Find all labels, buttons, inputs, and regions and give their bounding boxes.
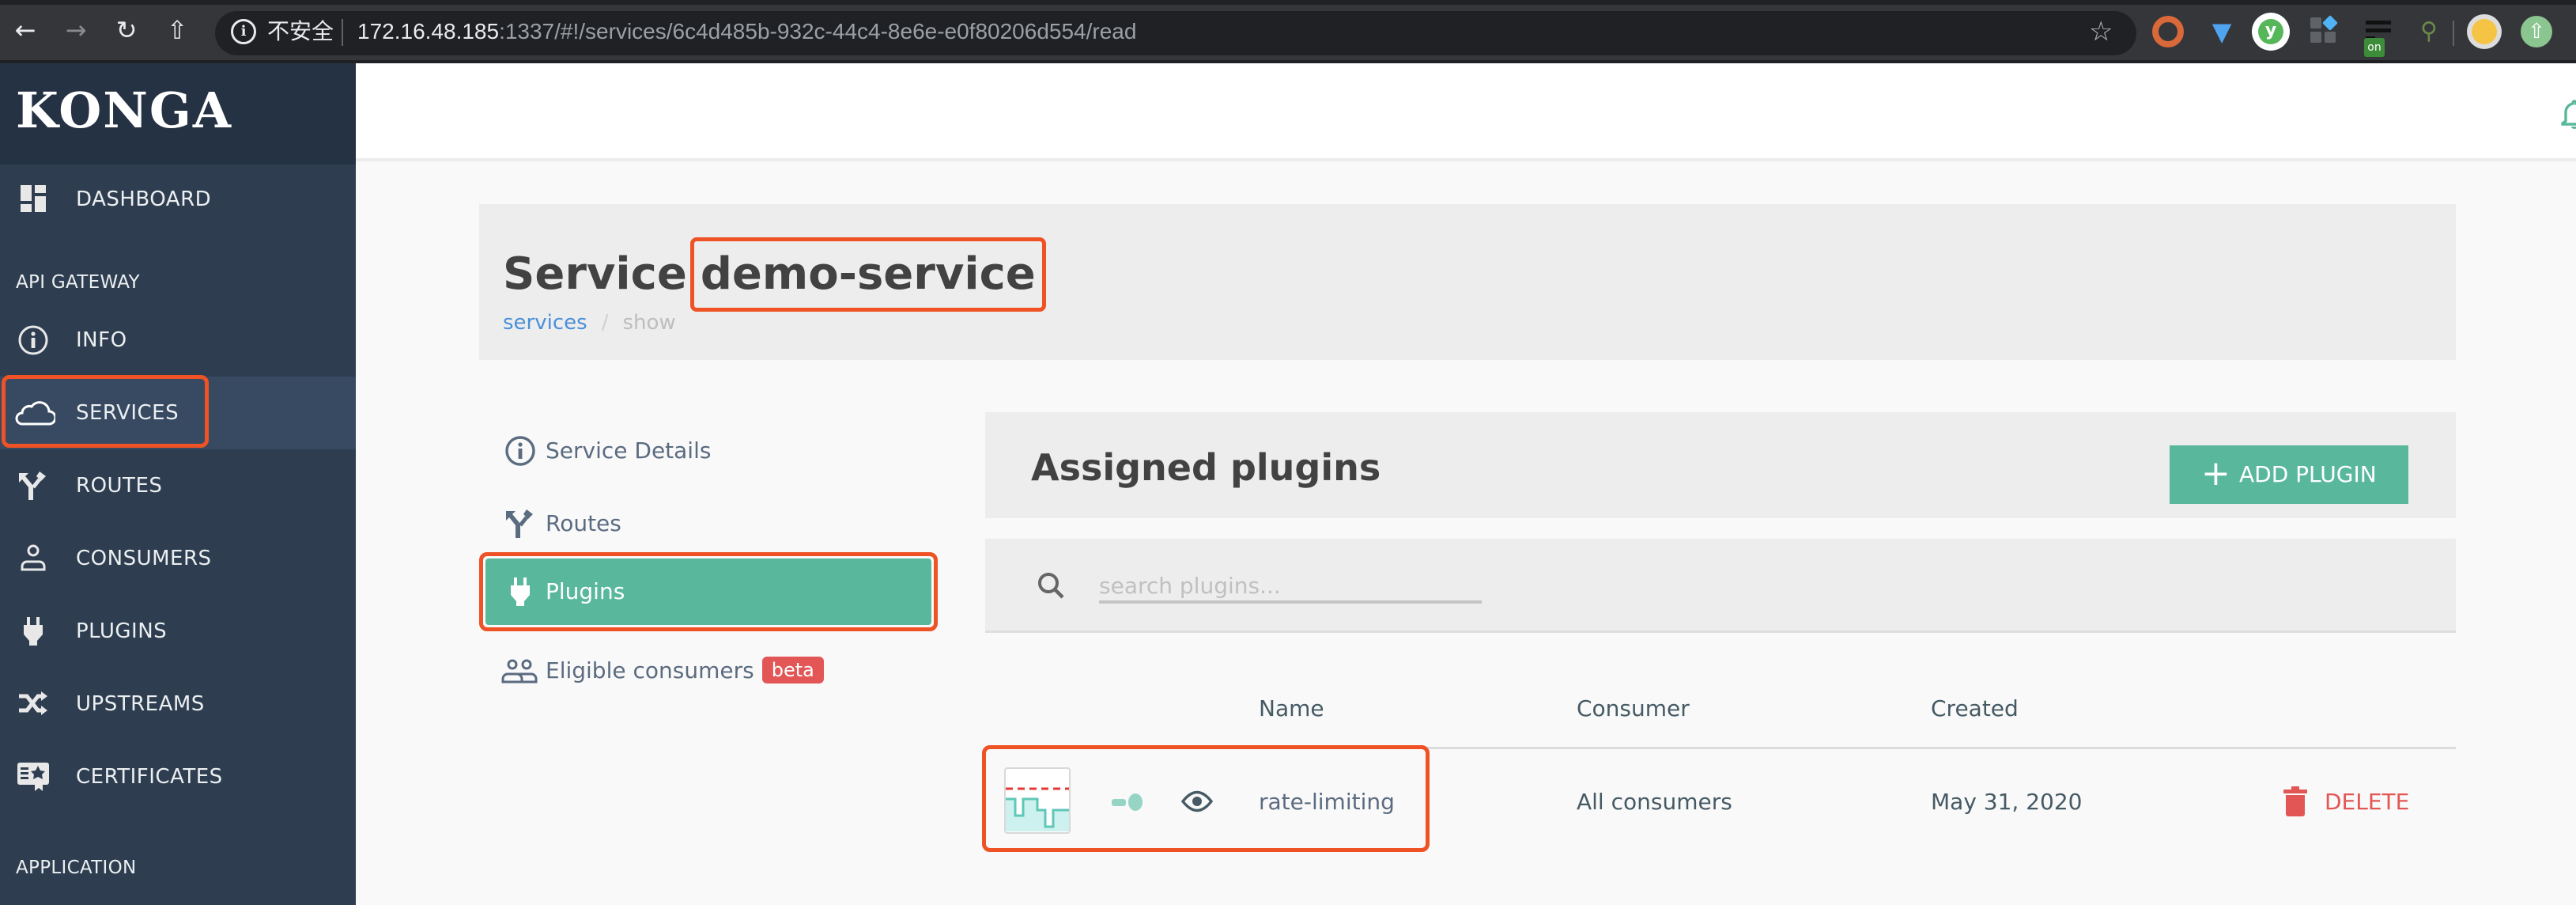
subnav-label: Plugins <box>546 578 625 604</box>
search-icon <box>1038 573 1064 599</box>
site-info-icon[interactable]: i <box>231 19 256 44</box>
plugin-created-date: May 31, 2020 <box>1931 789 2083 815</box>
section-application: APPLICATION <box>16 858 137 878</box>
sidebar-item-info[interactable]: INFO <box>0 304 356 377</box>
plugin-search-panel <box>985 539 2456 633</box>
shuffle-icon <box>19 691 47 715</box>
annotation-highlight-services <box>2 375 209 448</box>
sidebar-item-label: PLUGINS <box>76 619 168 643</box>
breadcrumb-services-link[interactable]: services <box>503 311 587 335</box>
page-title-prefix: Service <box>503 248 687 300</box>
extension-on-badge: on <box>2364 38 2385 57</box>
users-icon <box>501 659 538 683</box>
breadcrumb: services / show <box>503 307 676 339</box>
home-icon[interactable]: ⇧ <box>161 14 193 46</box>
update-icon[interactable]: ⇧ <box>2521 16 2552 47</box>
annotation-highlight-plugin-row <box>982 745 1430 852</box>
search-plugins-input[interactable] <box>1099 570 1482 604</box>
sidebar-item-dashboard[interactable]: DASHBOARD <box>0 163 356 236</box>
back-icon[interactable]: ← <box>9 14 41 46</box>
subnav-label: Routes <box>546 510 621 536</box>
subnav-label: Service Details <box>546 437 712 464</box>
add-plugin-label: ADD PLUGIN <box>2239 461 2377 487</box>
plus-icon: + <box>2201 453 2230 494</box>
plug-icon <box>511 577 530 606</box>
breadcrumb-current: show <box>622 311 676 335</box>
sidebar-item-label: CONSUMERS <box>76 547 212 570</box>
reload-icon[interactable]: ↻ <box>111 14 142 46</box>
beta-badge: beta <box>761 657 824 683</box>
dashboard-icon <box>21 185 46 212</box>
logo-area: KONGA <box>0 63 356 165</box>
user-icon <box>21 544 46 571</box>
notification-bell-icon[interactable] <box>2560 98 2576 130</box>
page-title: Service demo-service <box>503 237 1046 312</box>
sidebar-item-label: DASHBOARD <box>76 187 212 211</box>
trash-icon <box>2283 786 2307 816</box>
sidebar: KONGA DASHBOARD API GATEWAY INFO SERVICE… <box>0 63 356 905</box>
sidebar-item-consumers[interactable]: CONSUMERS <box>0 522 356 595</box>
sidebar-item-certificates[interactable]: CERTIFICATES <box>0 740 356 813</box>
sidebar-item-label: UPSTREAMS <box>76 692 205 716</box>
plug-icon <box>24 617 43 646</box>
extension-ring-icon[interactable] <box>2152 16 2184 47</box>
assigned-plugins-header: Assigned plugins + ADD PLUGIN <box>985 412 2456 518</box>
column-header-name[interactable]: Name <box>1259 693 1324 725</box>
breadcrumb-separator: / <box>601 311 609 335</box>
sidebar-item-upstreams[interactable]: UPSTREAMS <box>0 668 356 740</box>
plugin-consumer: All consumers <box>1577 789 1732 815</box>
extension-diamond-icon[interactable]: ▼ <box>2206 16 2238 47</box>
service-name: demo-service <box>689 237 1046 312</box>
top-header: Hello, admin <box>356 63 2576 161</box>
konga-logo[interactable]: KONGA <box>16 86 232 135</box>
assigned-plugins-title: Assigned plugins <box>1031 446 1381 489</box>
subnav-routes[interactable]: Routes <box>479 487 938 559</box>
subnav-service-details[interactable]: Service Details <box>479 415 938 486</box>
delete-label: DELETE <box>2325 789 2410 815</box>
add-plugin-button[interactable]: + ADD PLUGIN <box>2170 445 2408 504</box>
sidebar-item-label: ROUTES <box>76 474 163 498</box>
sidebar-item-label: CERTIFICATES <box>76 765 223 789</box>
subnav-eligible-consumers[interactable]: Eligible consumers beta <box>479 634 938 706</box>
routes-icon <box>19 471 46 500</box>
subnav-label: Eligible consumers beta <box>546 655 824 687</box>
subnav-plugins[interactable]: Plugins <box>479 552 938 631</box>
delete-plugin-button[interactable]: DELETE <box>2280 783 2423 820</box>
url-path: :1337/#!/services/6c4d485b-932c-44c4-8e6… <box>499 19 1137 44</box>
forward-icon[interactable]: → <box>60 14 92 46</box>
section-api-gateway: API GATEWAY <box>16 272 140 293</box>
bookmark-star-icon[interactable]: ☆ <box>2089 16 2113 47</box>
security-label: 不安全 <box>267 18 334 44</box>
page-header: Service demo-service services / show <box>479 204 2456 360</box>
url-text[interactable]: 172.16.48.185:1337/#!/services/6c4d485b-… <box>357 16 1136 47</box>
column-header-created[interactable]: Created <box>1931 693 2019 725</box>
tab-strip <box>0 0 2576 5</box>
url-host: 172.16.48.185 <box>357 19 500 44</box>
routes-icon <box>506 509 533 538</box>
extension-magnifier-icon[interactable]: ⚲ <box>2413 16 2445 47</box>
subnav-eligible-consumers-text: Eligible consumers <box>546 657 754 683</box>
sidebar-item-routes[interactable]: ROUTES <box>0 449 356 522</box>
extension-grid-icon[interactable] <box>2309 15 2340 47</box>
extension-y-icon[interactable] <box>2252 13 2290 51</box>
toolbar-divider <box>2453 21 2454 46</box>
profile-avatar-icon[interactable] <box>2467 14 2502 49</box>
omnibox-divider <box>342 19 343 46</box>
sidebar-item-plugins[interactable]: PLUGINS <box>0 595 356 668</box>
column-header-consumer[interactable]: Consumer <box>1577 693 1690 725</box>
browser-toolbar: ← → ↻ ⇧ i 不安全 172.16.48.185:1337/#!/serv… <box>0 0 2576 63</box>
sidebar-item-label: INFO <box>76 328 127 352</box>
info-icon <box>505 436 535 466</box>
certificate-icon <box>17 763 49 791</box>
info-icon <box>18 325 48 355</box>
